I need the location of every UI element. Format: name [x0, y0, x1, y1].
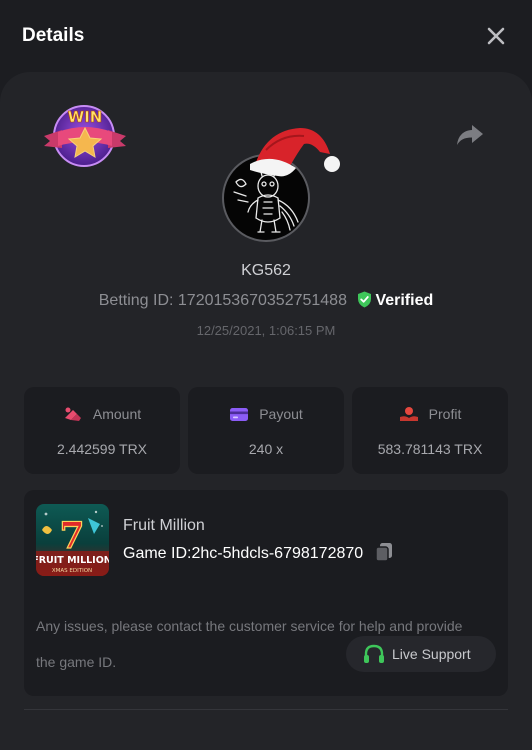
divider: [24, 709, 508, 710]
betting-id-row: Betting ID: 1720153670352751488 Verified: [0, 291, 532, 310]
svg-text:WIN: WIN: [68, 108, 103, 126]
payout-card-icon: [230, 408, 249, 421]
close-icon: [487, 27, 505, 45]
game-name: Fruit Million: [123, 517, 205, 534]
live-support-button[interactable]: Live Support: [346, 636, 496, 672]
stat-card-amount: Amount 2.442599 TRX: [24, 387, 180, 474]
santa-hat: [250, 128, 340, 177]
game-id-label: Game ID:: [123, 545, 192, 562]
stat-card-payout: Payout 240 x: [188, 387, 344, 474]
game-thumbnail[interactable]: 7 FRUIT MILLION XMAS EDITION: [36, 504, 109, 576]
win-badge: WIN: [40, 102, 130, 168]
stat-card-profit: Profit 583.781143 TRX: [352, 387, 508, 474]
stat-value: 2.442599 TRX: [56, 441, 148, 457]
headset-icon: [364, 644, 384, 663]
svg-text:FRUIT MILLION: FRUIT MILLION: [36, 555, 109, 566]
share-button[interactable]: [455, 122, 485, 148]
stat-value: 240 x: [248, 441, 284, 457]
page-title: Details: [22, 25, 85, 46]
stat-value: 583.781143 TRX: [377, 441, 483, 457]
stat-label: Profit: [428, 406, 462, 422]
betting-id-value: 1720153670352751488: [177, 292, 347, 309]
betting-id-label: Betting ID:: [98, 292, 174, 309]
user-avatar: [218, 122, 342, 244]
svg-text:7: 7: [59, 515, 84, 557]
verified-label: Verified: [375, 292, 434, 309]
stat-label: Payout: [259, 406, 303, 422]
bet-date: 12/25/2021, 1:06:15 PM: [196, 323, 336, 338]
share-icon: [457, 125, 483, 145]
close-button[interactable]: [484, 24, 508, 48]
top-bar: Details: [0, 0, 532, 72]
profit-icon: [399, 407, 418, 421]
username: KG562: [241, 262, 291, 279]
verified-shield-icon: [358, 291, 372, 308]
amount-icon: [64, 407, 81, 421]
game-info-card: 7 FRUIT MILLION XMAS EDITION Fruit Milli…: [24, 490, 508, 696]
copy-icon[interactable]: [374, 542, 393, 562]
game-id-row: Game ID:2hc-5hdcls-6798172870: [123, 542, 393, 563]
live-support-label: Live Support: [392, 646, 471, 662]
stat-label: Amount: [92, 406, 142, 422]
game-id-value: 2hc-5hdcls-6798172870: [191, 545, 364, 562]
svg-text:XMAS EDITION: XMAS EDITION: [52, 568, 92, 574]
